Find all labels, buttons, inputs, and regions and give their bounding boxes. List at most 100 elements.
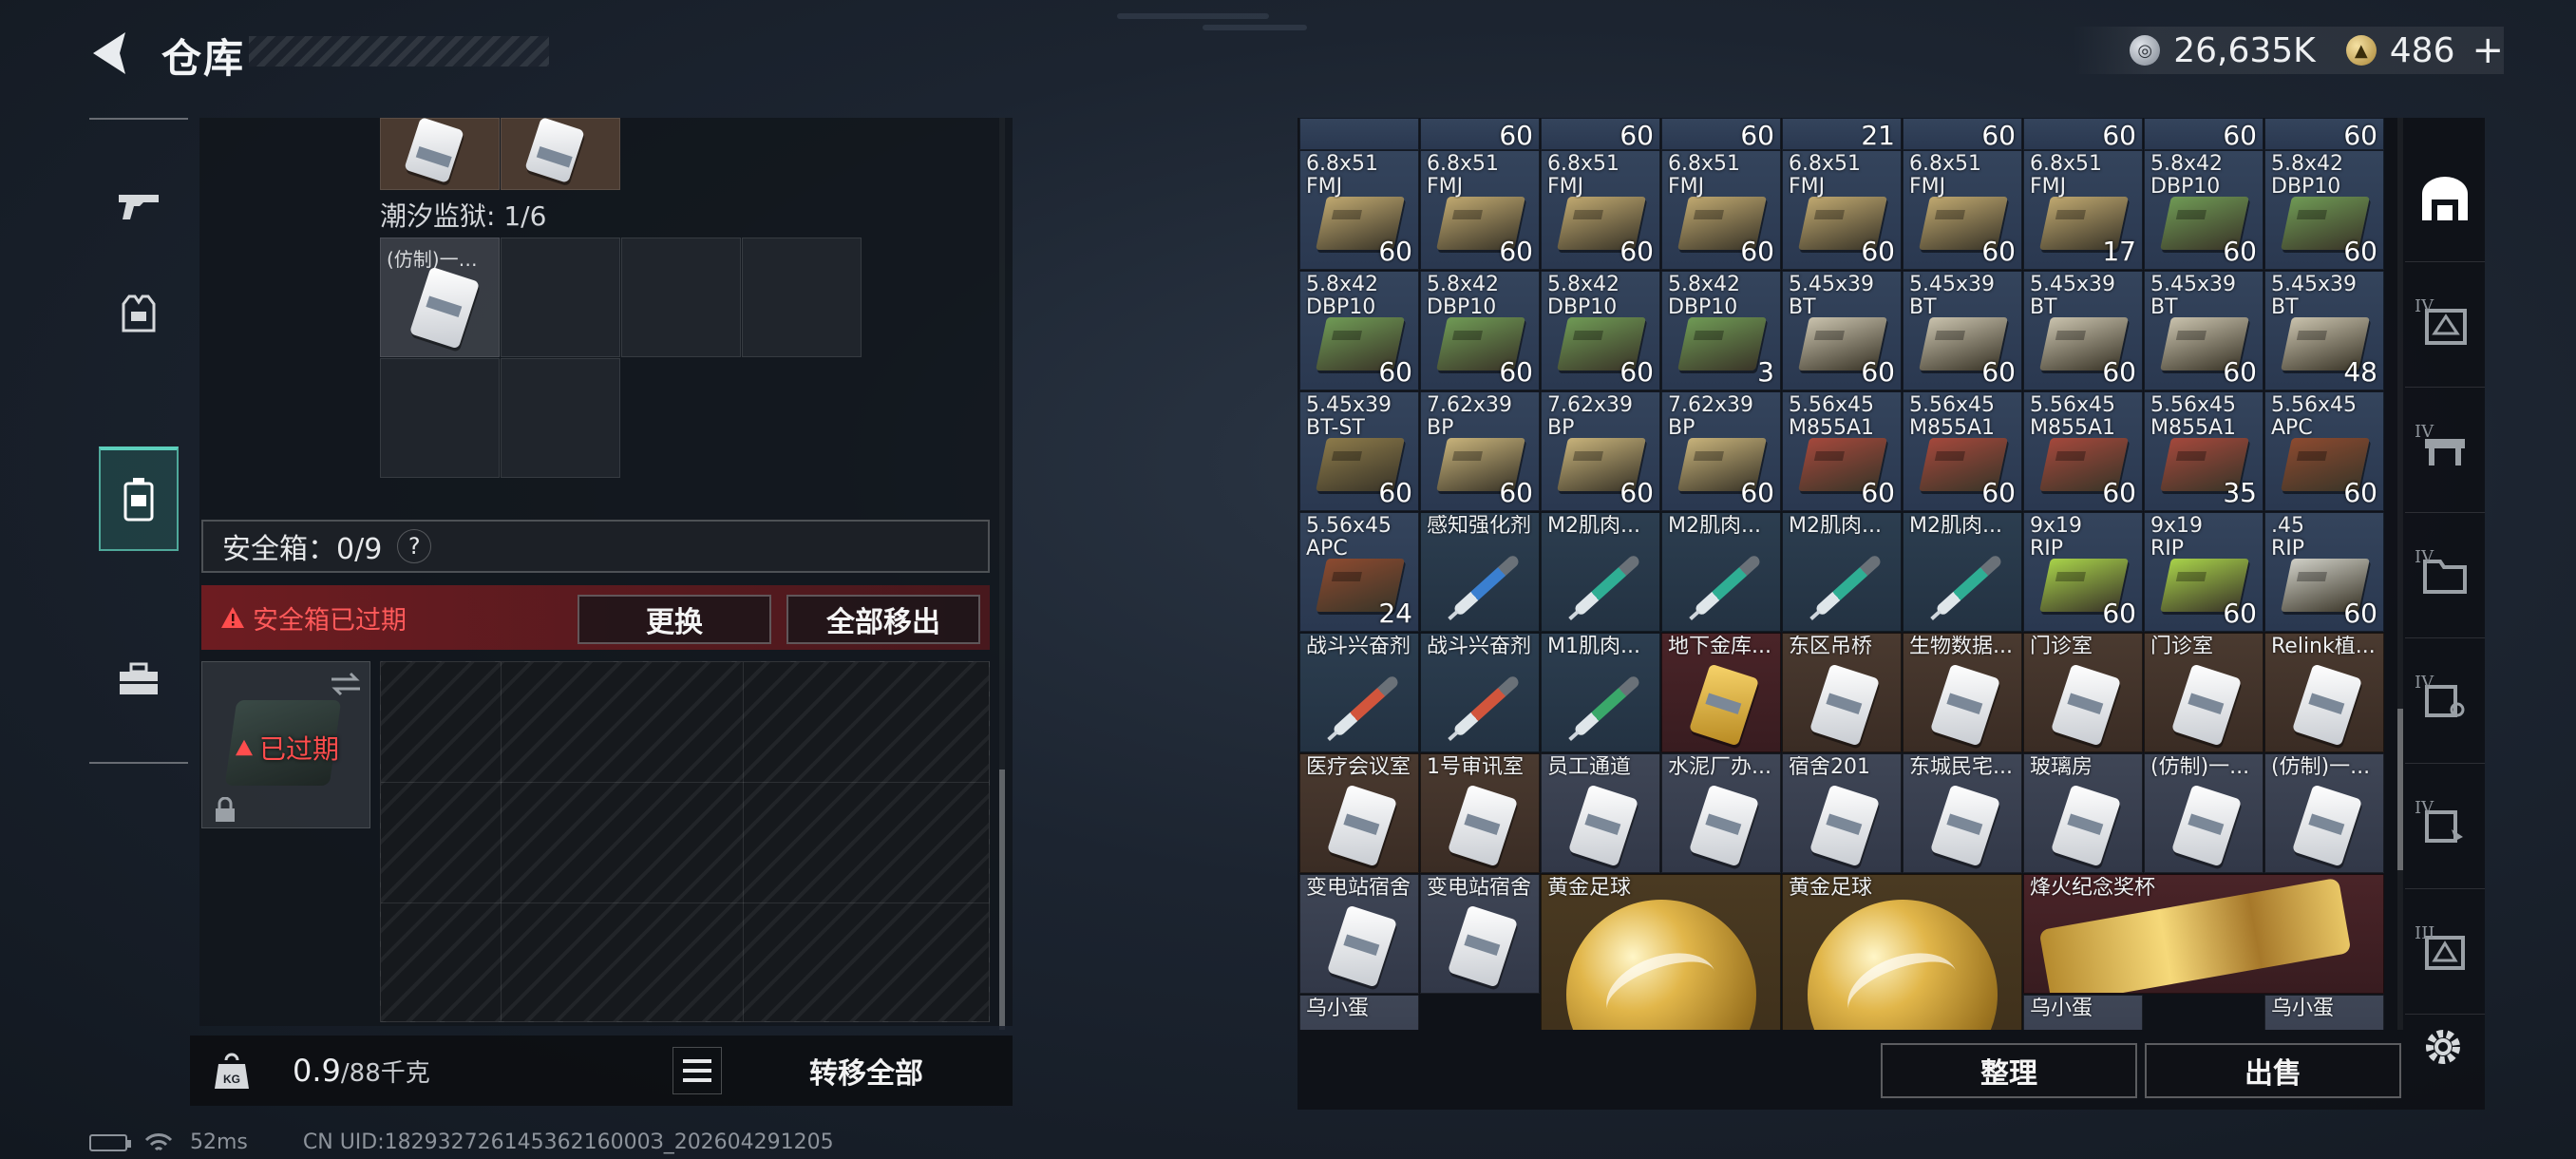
inventory-item[interactable]: 5.45x39 BT 60: [2144, 271, 2263, 390]
inventory-item-partial[interactable]: 21: [1782, 118, 1902, 150]
remove-all-button[interactable]: 全部移出: [786, 595, 980, 644]
inventory-item[interactable]: 5.56x45 APC 24: [1299, 512, 1419, 632]
tab-storage-6[interactable]: III: [2405, 889, 2485, 1015]
replace-button[interactable]: 更换: [578, 595, 771, 644]
inventory-item-large[interactable]: 烽火纪念奖杯: [2023, 874, 2384, 994]
inventory-item[interactable]: 战斗兴奋剂: [1299, 633, 1419, 752]
add-currency-button[interactable]: +: [2472, 28, 2504, 72]
inventory-item[interactable]: 感知强化剂: [1420, 512, 1540, 632]
inventory-item[interactable]: 员工通道: [1541, 753, 1660, 873]
inventory-item[interactable]: Relink植...: [2264, 633, 2384, 752]
inventory-item[interactable]: 5.8x42 DBP10 60: [1299, 271, 1419, 390]
inventory-item[interactable]: 水泥厂办...: [1661, 753, 1781, 873]
prison-key-slot[interactable]: [501, 238, 620, 357]
inventory-item[interactable]: 门诊室: [2023, 633, 2143, 752]
inventory-item[interactable]: 5.8x42 DBP10 60: [1420, 271, 1540, 390]
tab-storage-4[interactable]: IV: [2405, 638, 2485, 764]
inventory-item[interactable]: 6.8x51 FMJ 60: [1903, 150, 2022, 270]
inventory-item[interactable]: 7.62x39 BP 60: [1541, 391, 1660, 511]
settings-gear-icon[interactable]: [2420, 1024, 2466, 1070]
inventory-item[interactable]: 生物数据...: [1903, 633, 2022, 752]
inventory-item[interactable]: 5.56x45 M855A1 35: [2144, 391, 2263, 511]
inventory-item-partial[interactable]: 60: [1903, 118, 2022, 150]
inventory-item[interactable]: M2肌肉...: [1661, 512, 1781, 632]
inventory-item-partial[interactable]: 乌小蛋: [2264, 995, 2384, 1030]
inventory-item[interactable]: 5.45x39 BT-ST 60: [1299, 391, 1419, 511]
inventory-item[interactable]: 医疗会议室: [1299, 753, 1419, 873]
inventory-item[interactable]: 门诊室: [2144, 633, 2263, 752]
inventory-item[interactable]: 1号审讯室: [1420, 753, 1540, 873]
inventory-item[interactable]: (仿制)一...: [2264, 753, 2384, 873]
inventory-item[interactable]: M2肌肉...: [1782, 512, 1902, 632]
tab-weapons[interactable]: [99, 154, 179, 258]
prison-key-slot[interactable]: [380, 358, 500, 478]
tab-storage-5[interactable]: IV: [2405, 764, 2485, 889]
inventory-item[interactable]: 战斗兴奋剂: [1420, 633, 1540, 752]
tab-safebox[interactable]: [99, 446, 179, 551]
inventory-item[interactable]: 5.45x39 BT 60: [1782, 271, 1902, 390]
inventory-item[interactable]: 6.8x51 FMJ 60: [1661, 150, 1781, 270]
inventory-item-partial[interactable]: 60: [1420, 118, 1540, 150]
inventory-item[interactable]: 5.56x45 M855A1 60: [2023, 391, 2143, 511]
inventory-item[interactable]: M2肌肉...: [1903, 512, 2022, 632]
prison-key-slot[interactable]: [742, 238, 862, 357]
safebox-item[interactable]: 已过期: [201, 661, 370, 828]
inventory-item-partial[interactable]: 60: [2264, 118, 2384, 150]
inventory-scrollbar-track[interactable]: [2397, 118, 2403, 1030]
inventory-item[interactable]: 7.62x39 BP 60: [1661, 391, 1781, 511]
inventory-item-partial[interactable]: 乌小蛋: [2023, 995, 2143, 1030]
inventory-item[interactable]: 5.45x39 BT 60: [2023, 271, 2143, 390]
inventory-item-partial[interactable]: 60: [2023, 118, 2143, 150]
stash-scrollbar-thumb[interactable]: [999, 770, 1005, 1026]
inventory-item[interactable]: 5.8x42 DBP10 60: [1541, 271, 1660, 390]
tab-storage-1[interactable]: IV: [2405, 262, 2485, 388]
inventory-item[interactable]: 变电站宿舍: [1420, 874, 1540, 994]
help-icon[interactable]: ?: [397, 529, 432, 563]
tab-armor[interactable]: [99, 262, 179, 367]
tab-warehouse[interactable]: [2405, 137, 2485, 262]
tab-storage-3[interactable]: IV: [2405, 513, 2485, 638]
stash-item[interactable]: [501, 117, 620, 190]
inventory-item[interactable]: 6.8x51 FMJ 60: [1299, 150, 1419, 270]
inventory-item[interactable]: 5.56x45 APC 60: [2264, 391, 2384, 511]
list-view-button[interactable]: [672, 1047, 722, 1094]
inventory-item[interactable]: 6.8x51 FMJ 60: [1782, 150, 1902, 270]
inventory-item-large[interactable]: 黄金足球: [1782, 874, 2022, 1030]
inventory-item[interactable]: 5.56x45 M855A1 60: [1782, 391, 1902, 511]
inventory-item[interactable]: 5.8x42 DBP10 3: [1661, 271, 1781, 390]
inventory-item[interactable]: 6.8x51 FMJ 17: [2023, 150, 2143, 270]
inventory-item-partial[interactable]: 60: [1541, 118, 1660, 150]
inventory-item[interactable]: 5.8x42 DBP10 60: [2264, 150, 2384, 270]
inventory-item[interactable]: .45 RIP 60: [2264, 512, 2384, 632]
inventory-item-partial[interactable]: 60: [2144, 118, 2263, 150]
inventory-item[interactable]: 5.45x39 BT 48: [2264, 271, 2384, 390]
inventory-item[interactable]: 东城民宅...: [1903, 753, 2022, 873]
inventory-item-partial[interactable]: 乌小蛋: [1299, 995, 1419, 1030]
stash-item[interactable]: [380, 117, 500, 190]
inventory-item[interactable]: M1肌肉...: [1541, 633, 1660, 752]
inventory-item[interactable]: 地下金库...: [1661, 633, 1781, 752]
inventory-item[interactable]: 5.8x42 DBP10 60: [2144, 150, 2263, 270]
swap-icon[interactable]: [330, 672, 362, 696]
tab-storage-2[interactable]: IV: [2405, 388, 2485, 513]
prison-key-slot[interactable]: [501, 358, 620, 478]
sell-button[interactable]: 出售: [2145, 1043, 2401, 1098]
inventory-scrollbar-thumb[interactable]: [2397, 709, 2403, 870]
inventory-item[interactable]: 7.62x39 BP 60: [1420, 391, 1540, 511]
prison-key-slot[interactable]: (仿制)一…: [380, 238, 500, 357]
inventory-item-partial[interactable]: [1299, 118, 1419, 150]
inventory-item-partial[interactable]: 60: [1661, 118, 1781, 150]
inventory-item[interactable]: 变电站宿舍: [1299, 874, 1419, 994]
inventory-item[interactable]: 5.45x39 BT 60: [1903, 271, 2022, 390]
tab-toolbox[interactable]: [99, 627, 179, 732]
inventory-item[interactable]: 玻璃房: [2023, 753, 2143, 873]
prison-key-slot[interactable]: [621, 238, 741, 357]
inventory-item-large[interactable]: 黄金足球: [1541, 874, 1781, 1030]
inventory-item[interactable]: 东区吊桥: [1782, 633, 1902, 752]
inventory-item[interactable]: 宿舍201: [1782, 753, 1902, 873]
inventory-item[interactable]: 9x19 RIP 60: [2144, 512, 2263, 632]
transfer-all-button[interactable]: 转移全部: [733, 1041, 999, 1100]
inventory-item[interactable]: 9x19 RIP 60: [2023, 512, 2143, 632]
organize-button[interactable]: 整理: [1881, 1043, 2137, 1098]
inventory-item[interactable]: M2肌肉...: [1541, 512, 1660, 632]
